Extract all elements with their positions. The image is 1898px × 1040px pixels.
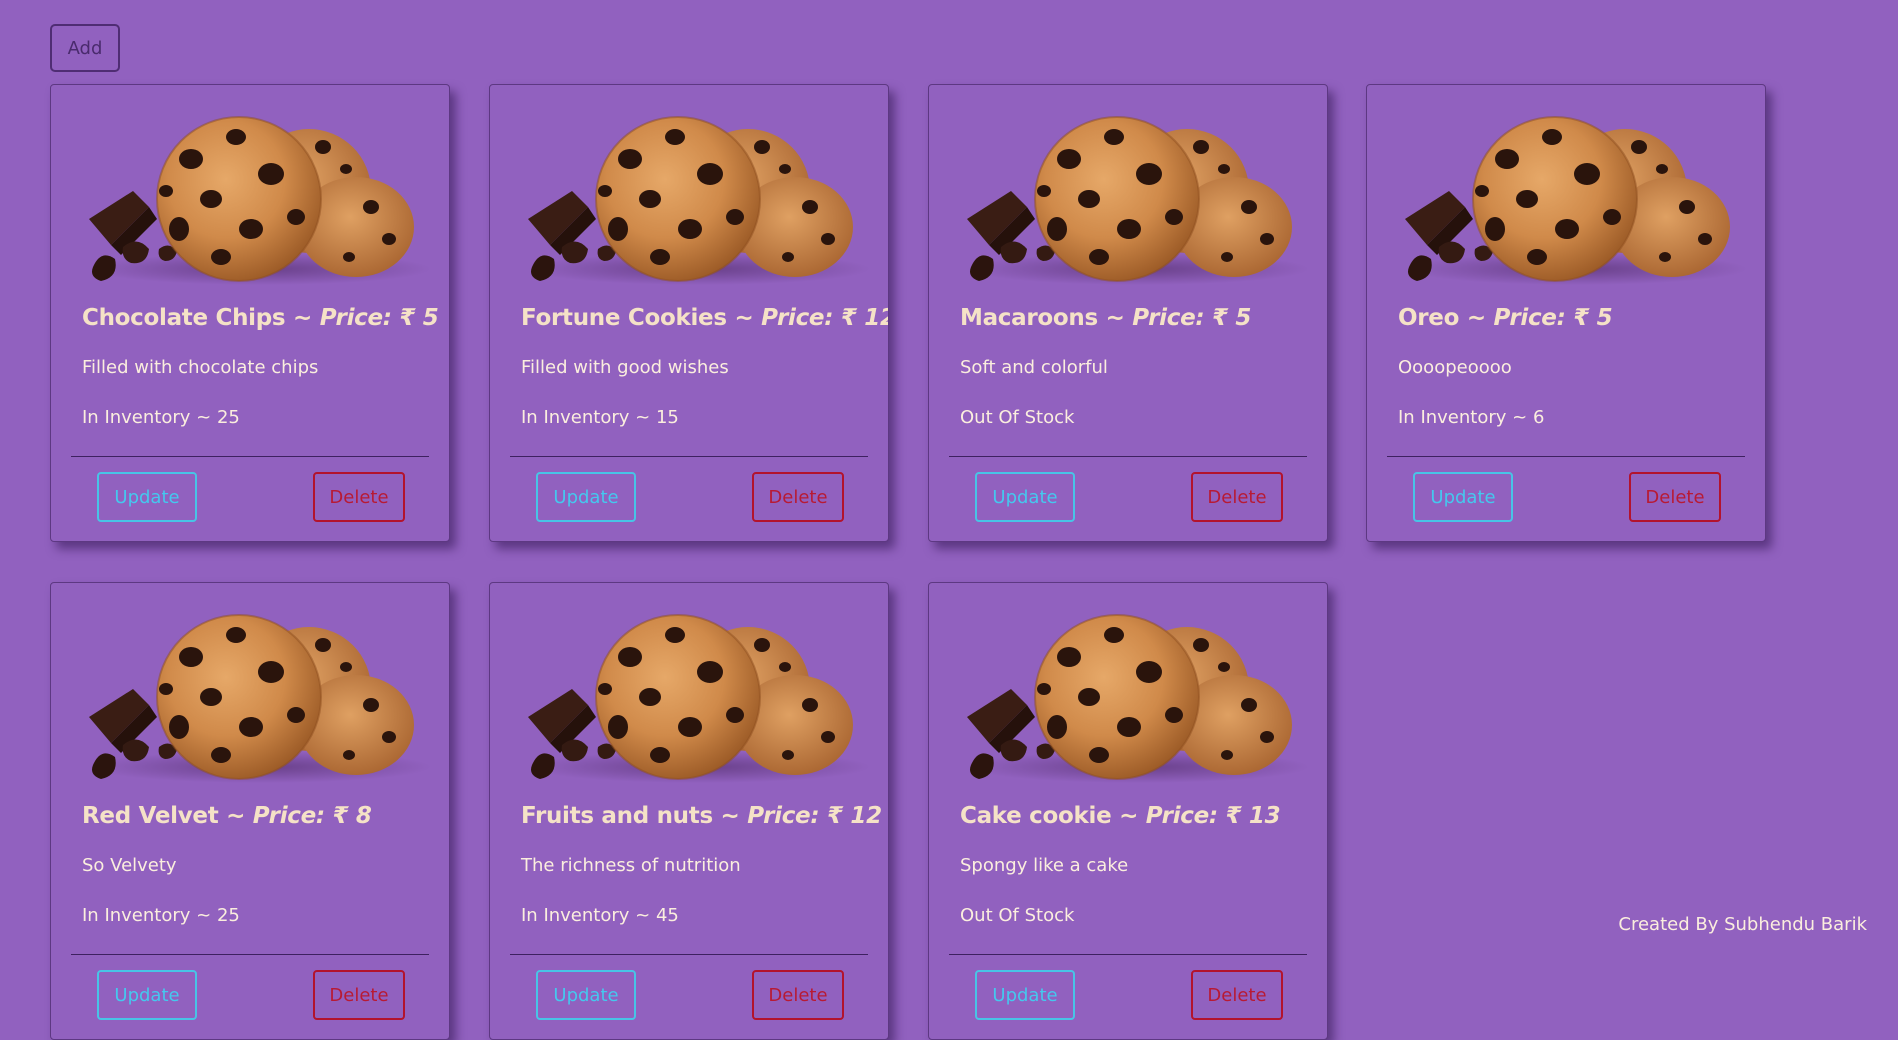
product-card: Chocolate Chips ~ Price: ₹ 5 Filled with… [50, 84, 450, 542]
card-title: Fortune Cookies ~ Price: ₹ 12 [521, 305, 888, 331]
update-button[interactable]: Update [536, 970, 636, 1020]
cookies-image [88, 614, 431, 783]
product-name: Fortune Cookies [521, 305, 727, 331]
card-divider [949, 456, 1307, 457]
card-title: Chocolate Chips ~ Price: ₹ 5 [82, 305, 439, 331]
product-description: Oooореoooo [1398, 357, 1512, 378]
product-name: Red Velvet [82, 803, 219, 829]
cookies-image [527, 614, 870, 783]
delete-button[interactable]: Delete [1191, 970, 1283, 1020]
update-button[interactable]: Update [975, 970, 1075, 1020]
card-divider [510, 954, 868, 955]
cookies-image [527, 116, 870, 285]
product-price: Price: ₹ 5 [1493, 305, 1613, 331]
product-price: Price: ₹ 13 [1145, 803, 1281, 829]
product-description: Filled with good wishes [521, 357, 729, 378]
product-price: Price: ₹ 12 [747, 803, 882, 829]
card-divider [71, 954, 429, 955]
inventory-status: In Inventory ~ 45 [521, 905, 679, 926]
product-name: Cake cookie [960, 803, 1112, 829]
card-divider [949, 954, 1307, 955]
product-description: Filled with chocolate chips [82, 357, 319, 378]
product-price: Price: ₹ 5 [1132, 305, 1252, 331]
delete-button[interactable]: Delete [752, 472, 844, 522]
inventory-status: In Inventory ~ 6 [1398, 407, 1545, 428]
product-card: Fortune Cookies ~ Price: ₹ 12 Filled wit… [489, 84, 889, 542]
update-button[interactable]: Update [97, 472, 197, 522]
footer-credit: Created By Subhendu Barik [1618, 914, 1867, 935]
cookies-image [966, 116, 1309, 285]
add-button[interactable]: Add [50, 24, 120, 72]
card-divider [1387, 456, 1745, 457]
product-name: Fruits and nuts [521, 803, 713, 829]
update-button[interactable]: Update [97, 970, 197, 1020]
product-description: So Velvety [82, 855, 177, 876]
product-name: Macaroons [960, 305, 1098, 331]
product-name: Oreo [1398, 305, 1460, 331]
delete-button[interactable]: Delete [313, 472, 405, 522]
inventory-status: Out Of Stock [960, 407, 1075, 428]
product-price: Price: ₹ 12 [761, 305, 889, 331]
product-price: Price: ₹ 8 [252, 803, 372, 829]
card-divider [510, 456, 868, 457]
inventory-status: In Inventory ~ 25 [82, 407, 240, 428]
inventory-status: In Inventory ~ 25 [82, 905, 240, 926]
inventory-status: Out Of Stock [960, 905, 1075, 926]
product-card: Macaroons ~ Price: ₹ 5 Soft and colorful… [928, 84, 1328, 542]
product-name: Chocolate Chips [82, 305, 286, 331]
delete-button[interactable]: Delete [1629, 472, 1721, 522]
card-title: Red Velvet ~ Price: ₹ 8 [82, 803, 372, 829]
cookies-image [88, 116, 431, 285]
card-divider [71, 456, 429, 457]
card-title: Oreo ~ Price: ₹ 5 [1398, 305, 1613, 331]
card-title: Macaroons ~ Price: ₹ 5 [960, 305, 1252, 331]
update-button[interactable]: Update [536, 472, 636, 522]
product-card: Cake cookie ~ Price: ₹ 13 Spongy like a … [928, 582, 1328, 1040]
product-price: Price: ₹ 5 [319, 305, 439, 331]
delete-button[interactable]: Delete [752, 970, 844, 1020]
delete-button[interactable]: Delete [1191, 472, 1283, 522]
product-description: Spongy like a cake [960, 855, 1129, 876]
product-card: Red Velvet ~ Price: ₹ 8 So Velvety In In… [50, 582, 450, 1040]
cookies-image [966, 614, 1309, 783]
cookies-image [1404, 116, 1747, 285]
product-card: Oreo ~ Price: ₹ 5 Oooореoooo In Inventor… [1366, 84, 1766, 542]
update-button[interactable]: Update [975, 472, 1075, 522]
product-card: Fruits and nuts ~ Price: ₹ 12 The richne… [489, 582, 889, 1040]
card-title: Cake cookie ~ Price: ₹ 13 [960, 803, 1281, 829]
product-description: The richness of nutrition [521, 855, 741, 876]
update-button[interactable]: Update [1413, 472, 1513, 522]
product-description: Soft and colorful [960, 357, 1108, 378]
inventory-status: In Inventory ~ 15 [521, 407, 679, 428]
delete-button[interactable]: Delete [313, 970, 405, 1020]
card-title: Fruits and nuts ~ Price: ₹ 12 [521, 803, 882, 829]
